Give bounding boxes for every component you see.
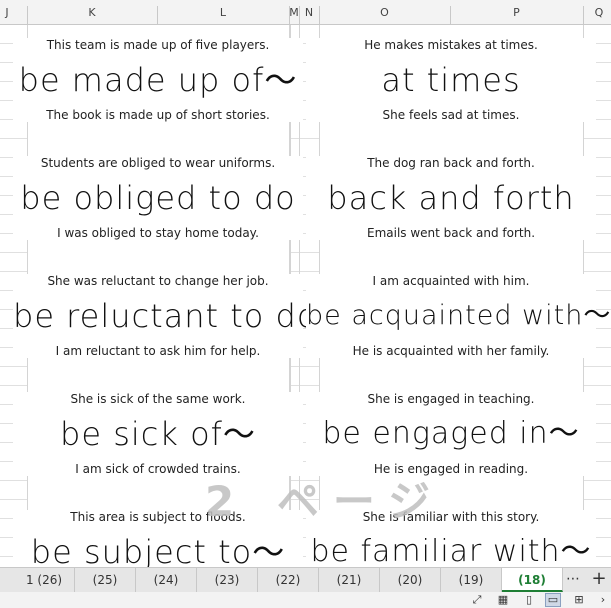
column-header-m[interactable]: M	[289, 0, 299, 24]
page-layout-icon[interactable]: ▯	[522, 594, 536, 606]
expand-icon[interactable]: ⤢	[470, 594, 484, 606]
phrase: be subject to〜	[30, 533, 286, 571]
example-bottom: Emails went back and forth.	[366, 226, 536, 240]
card-5[interactable]: She was reluctant to change her job. be …	[13, 274, 318, 358]
phrase: back and forth	[327, 179, 575, 217]
column-header-k[interactable]: K	[27, 0, 157, 24]
sheet-tab[interactable]: (21)	[319, 568, 380, 592]
example-top: This team is made up of five players.	[46, 38, 270, 52]
page-watermark: 2 ページ	[205, 477, 445, 526]
chevron-right-icon[interactable]: ›	[596, 594, 610, 606]
column-header-row: J K L M N O P Q	[0, 0, 611, 25]
phrase: be engaged in〜	[322, 416, 580, 451]
example-top: She is sick of the same work.	[70, 392, 246, 406]
phrase: be obliged to do	[20, 179, 296, 217]
phrase: be familiar with〜	[310, 534, 592, 569]
card-3[interactable]: Students are obliged to wear uniforms. b…	[13, 156, 303, 240]
sheet-tab[interactable]: (22)	[258, 568, 319, 592]
sheet-tab[interactable]: (25)	[75, 568, 136, 592]
phrase: at times	[381, 61, 521, 99]
column-header-n[interactable]: N	[299, 0, 319, 24]
card-1[interactable]: This team is made up of five players. be…	[13, 38, 303, 122]
phrase: be made up of〜	[18, 61, 298, 99]
column-header-o[interactable]: O	[319, 0, 450, 24]
sheet-tab[interactable]: (19)	[441, 568, 502, 592]
status-bar: ⤢ ▦ ▯ ▭ ⊞ ›	[0, 592, 611, 608]
column-header-q[interactable]: Q	[590, 0, 608, 24]
example-top: He makes mistakes at times.	[364, 38, 538, 52]
sheet-tab[interactable]: 1 (26)	[14, 568, 75, 592]
card-6[interactable]: I am acquainted with him. be acquainted …	[306, 274, 611, 358]
card-8[interactable]: She is engaged in teaching. be engaged i…	[306, 392, 596, 476]
example-top: The dog ran back and forth.	[367, 156, 535, 170]
example-top: I am acquainted with him.	[372, 274, 530, 288]
example-bottom: He is acquainted with her family.	[352, 344, 550, 358]
zoom-view-icon[interactable]: ⊞	[572, 594, 586, 606]
example-top: She was reluctant to change her job.	[47, 274, 269, 288]
sheet-tab-active[interactable]: (18)	[502, 568, 563, 592]
example-bottom: The book is made up of short stories.	[46, 108, 270, 122]
card-4[interactable]: The dog ran back and forth. back and for…	[306, 156, 596, 240]
sheet-tab[interactable]: (24)	[136, 568, 197, 592]
column-header-j[interactable]: J	[0, 0, 14, 24]
page-break-preview-icon[interactable]: ▭	[545, 593, 561, 607]
add-sheet-button[interactable]: +	[588, 568, 610, 592]
sheet-tab-bar: 1 (26) (25) (24) (23) (22) (21) (20) (19…	[0, 567, 611, 592]
sheet-tab[interactable]: (23)	[197, 568, 258, 592]
normal-view-icon[interactable]: ▦	[496, 594, 510, 606]
column-header-p[interactable]: P	[450, 0, 583, 24]
card-7[interactable]: She is sick of the same work. be sick of…	[13, 392, 303, 476]
example-top: She is engaged in teaching.	[367, 392, 535, 406]
phrase: be sick of〜	[60, 415, 256, 453]
example-top: Students are obliged to wear uniforms.	[40, 156, 276, 170]
example-bottom: She feels sad at times.	[382, 108, 520, 122]
more-tabs-button[interactable]: ⋯	[562, 568, 584, 592]
example-bottom: I was obliged to stay home today.	[57, 226, 259, 240]
phrase: be reluctant to do	[13, 297, 318, 335]
sheet-tab[interactable]: (20)	[380, 568, 441, 592]
phrase: be acquainted with〜	[306, 300, 611, 331]
column-header-l[interactable]: L	[157, 0, 289, 24]
example-bottom: I am reluctant to ask him for help.	[55, 344, 261, 358]
card-2[interactable]: He makes mistakes at times. at times She…	[306, 38, 596, 122]
